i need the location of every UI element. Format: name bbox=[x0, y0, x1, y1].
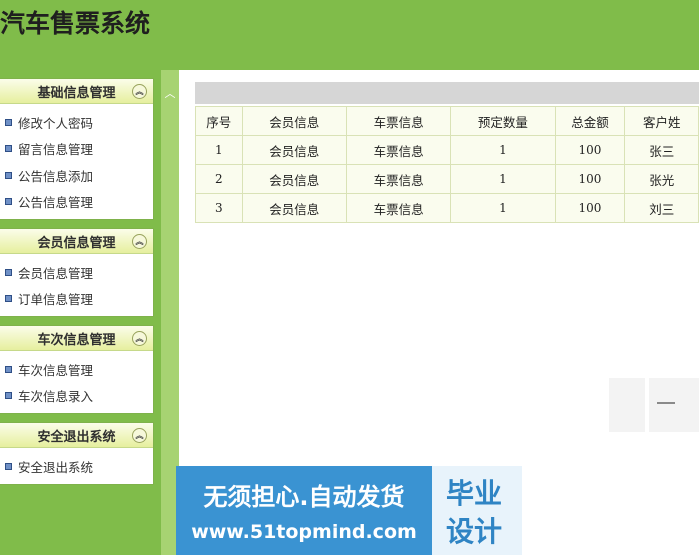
watermark-side-text: 设计 bbox=[446, 515, 503, 548]
ghost-overlay-box bbox=[609, 378, 645, 432]
panel-logout: 安全退出系统 ︽ 安全退出系统 bbox=[0, 422, 154, 485]
column-header: 总金额 bbox=[554, 106, 626, 136]
table-cell[interactable]: 车票信息 bbox=[345, 135, 452, 165]
sidebar-item-label: 车次信息录入 bbox=[18, 389, 94, 405]
table-cell: 张光 bbox=[624, 164, 699, 194]
sidebar-item-label: 修改个人密码 bbox=[18, 115, 94, 131]
sidebar-item-add-announcement[interactable]: 公告信息添加 bbox=[0, 162, 153, 189]
square-bullet-icon bbox=[5, 118, 12, 126]
double-chevron-up-icon[interactable]: ︽ bbox=[132, 84, 147, 99]
square-bullet-icon bbox=[5, 145, 12, 153]
table-cell[interactable]: 会员信息 bbox=[241, 193, 347, 223]
sidebar-item-trip-management[interactable]: 车次信息管理 bbox=[0, 356, 153, 383]
table-cell[interactable]: 车票信息 bbox=[345, 193, 452, 223]
sidebar-item-announcement-management[interactable]: 公告信息管理 bbox=[0, 189, 153, 216]
sidebar-item-logout[interactable]: 安全退出系统 bbox=[0, 453, 153, 480]
sidebar-item-order-management[interactable]: 订单信息管理 bbox=[0, 286, 153, 313]
orders-table: 序号 会员信息 车票信息 预定数量 总金额 客户姓 1 会员信息 车票信息 1 … bbox=[195, 106, 699, 223]
sidebar-item-label: 车次信息管理 bbox=[18, 362, 94, 378]
column-header: 序号 bbox=[195, 106, 243, 136]
square-bullet-icon bbox=[5, 198, 12, 206]
sidebar-item-label: 公告信息管理 bbox=[18, 195, 94, 211]
watermark-side-text: 毕业 bbox=[446, 477, 503, 510]
panel-header[interactable]: 会员信息管理 ︽ bbox=[0, 229, 153, 254]
square-bullet-icon bbox=[5, 171, 12, 179]
square-bullet-icon bbox=[5, 295, 12, 303]
table-cell: 3 bbox=[195, 193, 243, 223]
double-chevron-up-icon[interactable]: ︽ bbox=[132, 428, 147, 443]
table-cell: 100 bbox=[554, 193, 626, 223]
table-cell[interactable]: 车票信息 bbox=[345, 164, 452, 194]
watermark-slogan: 无须担心.自动发货 bbox=[203, 483, 405, 511]
table-cell: 100 bbox=[554, 135, 626, 165]
watermark-side: 毕业 设计 bbox=[432, 466, 522, 555]
sidebar-item-member-management[interactable]: 会员信息管理 bbox=[0, 259, 153, 286]
sidebar-item-label: 会员信息管理 bbox=[18, 265, 94, 281]
panel-title: 基础信息管理 bbox=[37, 85, 116, 101]
table-cell: 1 bbox=[195, 135, 243, 165]
panel-header[interactable]: 车次信息管理 ︽ bbox=[0, 326, 153, 351]
double-chevron-up-icon[interactable]: ︽ bbox=[132, 331, 147, 346]
double-chevron-up-icon[interactable]: ︽ bbox=[132, 234, 147, 249]
chevron-up-icon[interactable]: ︿ bbox=[161, 82, 179, 106]
panel-header[interactable]: 基础信息管理 ︽ bbox=[0, 79, 153, 104]
square-bullet-icon bbox=[5, 462, 12, 470]
sidebar-item-message-management[interactable]: 留言信息管理 bbox=[0, 136, 153, 163]
watermark-main: 无须担心.自动发货 www.51topmind.com bbox=[176, 466, 432, 555]
app-title: 汽车售票系统 bbox=[0, 9, 151, 38]
sidebar-item-label: 安全退出系统 bbox=[18, 459, 94, 475]
column-header: 客户姓 bbox=[624, 106, 699, 136]
table-cell: 刘三 bbox=[624, 193, 699, 223]
minus-icon bbox=[657, 402, 675, 404]
column-header: 车票信息 bbox=[345, 106, 452, 136]
table-row: 2 会员信息 车票信息 1 100 张光 bbox=[195, 164, 699, 194]
table-cell[interactable]: 会员信息 bbox=[241, 135, 347, 165]
table-cell: 2 bbox=[195, 164, 243, 194]
panel-title: 车次信息管理 bbox=[37, 332, 116, 348]
table-row: 1 会员信息 车票信息 1 100 张三 bbox=[195, 135, 699, 165]
sidebar-item-label: 留言信息管理 bbox=[18, 142, 94, 158]
panel-member-info: 会员信息管理 ︽ 会员信息管理 订单信息管理 bbox=[0, 228, 154, 317]
watermark-url: www.51topmind.com bbox=[191, 521, 417, 543]
table-cell[interactable]: 会员信息 bbox=[241, 164, 347, 194]
table-cell: 1 bbox=[450, 164, 556, 194]
table-cell: 100 bbox=[554, 164, 626, 194]
sidebar: 基础信息管理 ︽ 修改个人密码 留言信息管理 公告信息添加 公告信息管理 会员信… bbox=[0, 78, 154, 493]
ghost-overlay-box bbox=[649, 378, 699, 432]
sidebar-item-change-password[interactable]: 修改个人密码 bbox=[0, 109, 153, 136]
panel-trip-info: 车次信息管理 ︽ 车次信息管理 车次信息录入 bbox=[0, 325, 154, 414]
watermark-banner: 无须担心.自动发货 www.51topmind.com 毕业 设计 bbox=[176, 466, 522, 555]
column-header: 预定数量 bbox=[450, 106, 556, 136]
table-row: 3 会员信息 车票信息 1 100 刘三 bbox=[195, 193, 699, 223]
panel-title: 会员信息管理 bbox=[37, 235, 116, 251]
table-cell: 1 bbox=[450, 135, 556, 165]
sidebar-item-label: 订单信息管理 bbox=[18, 292, 94, 308]
sidebar-item-trip-entry[interactable]: 车次信息录入 bbox=[0, 383, 153, 410]
panel-title: 安全退出系统 bbox=[37, 429, 116, 445]
table-cell: 1 bbox=[450, 193, 556, 223]
table-header-row: 序号 会员信息 车票信息 预定数量 总金额 客户姓 bbox=[195, 106, 699, 136]
table-caption-bar bbox=[195, 82, 699, 104]
panel-header[interactable]: 安全退出系统 ︽ bbox=[0, 423, 153, 448]
square-bullet-icon bbox=[5, 392, 12, 400]
square-bullet-icon bbox=[5, 268, 12, 276]
square-bullet-icon bbox=[5, 365, 12, 373]
table-cell: 张三 bbox=[624, 135, 699, 165]
sidebar-item-label: 公告信息添加 bbox=[18, 168, 94, 184]
column-header: 会员信息 bbox=[241, 106, 347, 136]
panel-basic-info: 基础信息管理 ︽ 修改个人密码 留言信息管理 公告信息添加 公告信息管理 bbox=[0, 78, 154, 220]
